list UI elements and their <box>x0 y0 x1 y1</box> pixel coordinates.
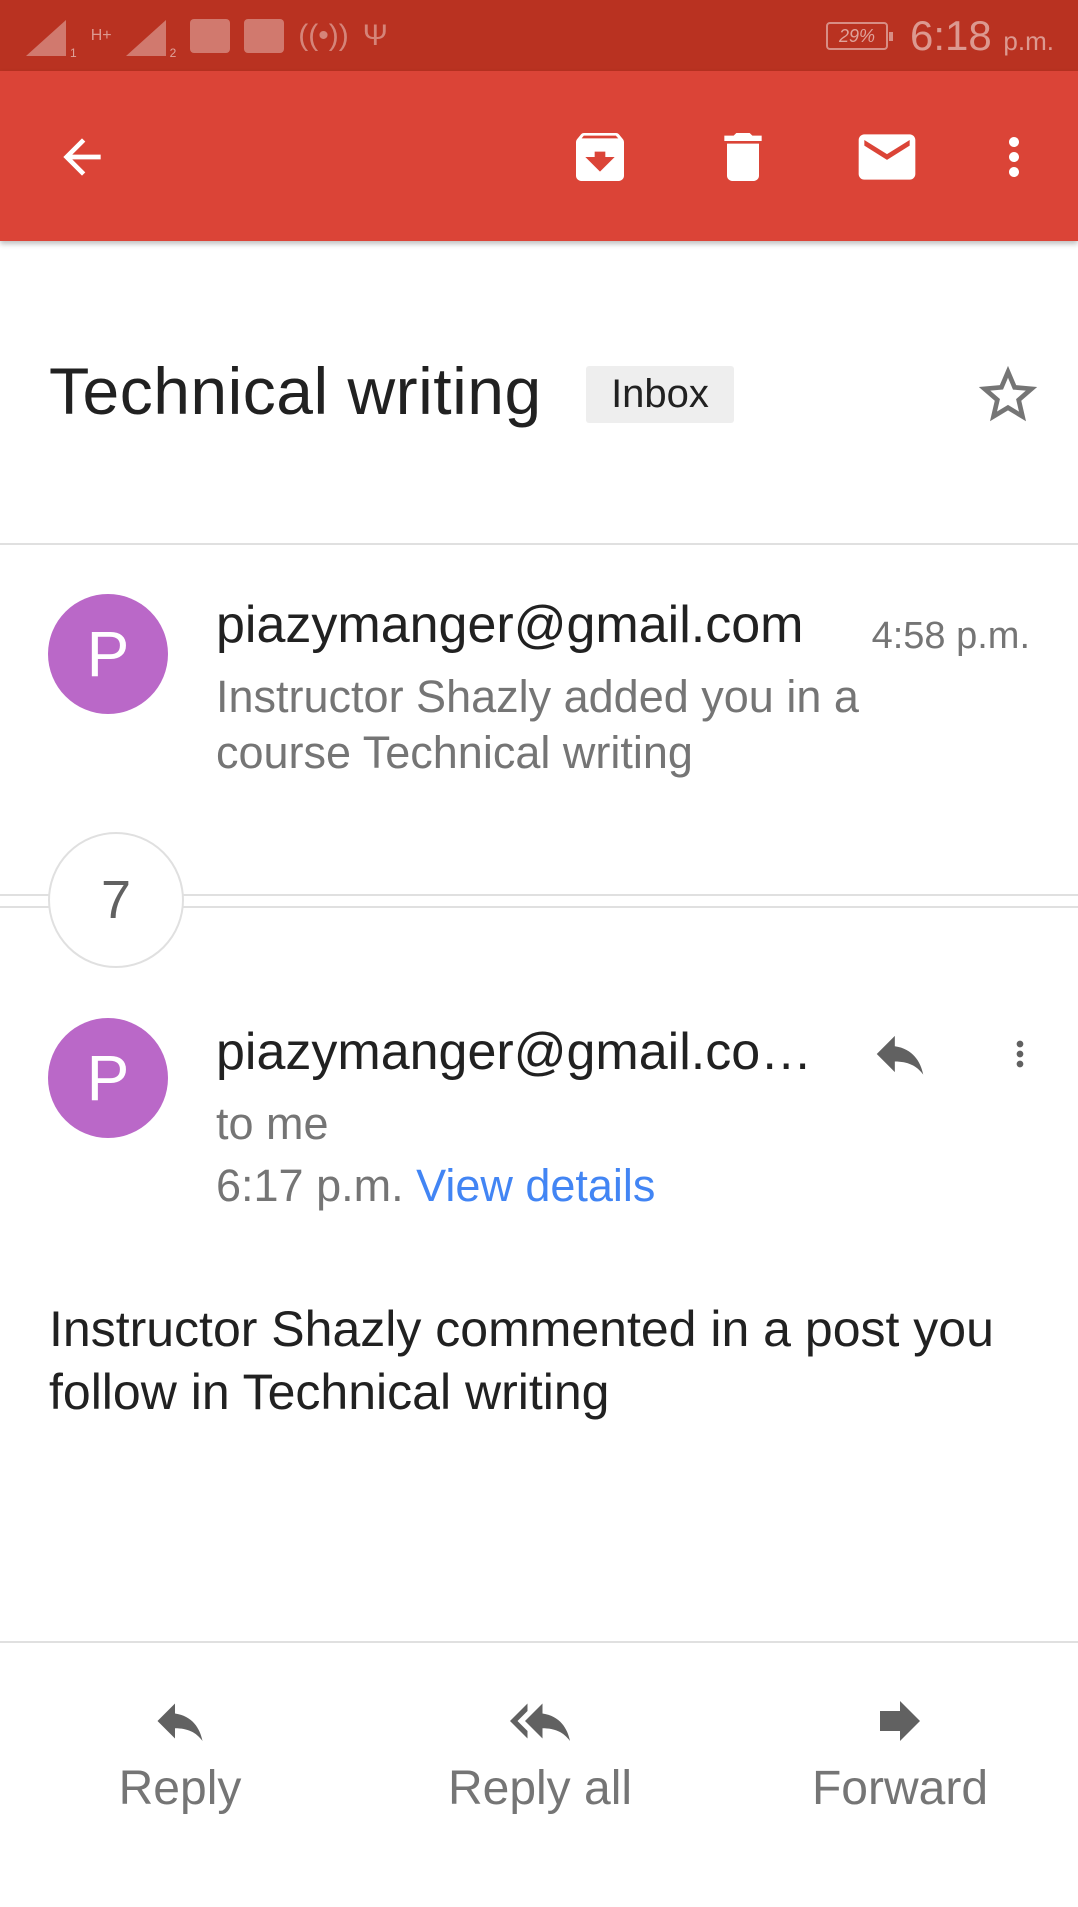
forward-action-button[interactable]: Forward <box>770 1691 1030 1831</box>
archive-icon <box>576 133 624 181</box>
sender-name: piazymanger@gmail.co… <box>216 1023 813 1081</box>
signal-icon <box>26 16 66 56</box>
hidden-messages-count[interactable]: 7 <box>48 832 184 968</box>
star-outline-icon <box>978 365 1038 422</box>
subject-header: Technical writing Inbox <box>0 241 1078 545</box>
more-vert-icon <box>1016 1040 1024 1068</box>
reply-button[interactable] <box>864 1018 936 1090</box>
reply-icon <box>876 1035 924 1075</box>
message-collapsed[interactable]: P piazymanger@gmail.com 4:58 p.m. Instru… <box>0 547 1078 887</box>
message-snippet: Instructor Shazly added you in a course … <box>216 671 859 778</box>
reply-all-label: Reply all <box>447 1762 633 1815</box>
sim1-index: 1 <box>70 46 77 60</box>
status-bar-right: 29% 6:18 p.m. <box>826 12 1054 60</box>
back-button[interactable] <box>46 121 118 193</box>
message-time: 4:58 p.m. <box>871 615 1030 657</box>
avatar: P <box>48 1018 168 1138</box>
view-details-link[interactable]: View details <box>416 1160 655 1211</box>
image-icon <box>244 19 285 53</box>
message-time: 6:17 p.m. <box>216 1160 404 1211</box>
mark-unread-button[interactable] <box>851 121 923 193</box>
sender-name: piazymanger@gmail.com <box>216 596 804 654</box>
back-arrow-icon <box>63 138 101 176</box>
forward-icon <box>880 1701 920 1741</box>
outlook-icon <box>190 19 231 53</box>
reply-all-action-button[interactable]: Reply all <box>410 1691 670 1831</box>
network-type: H+ <box>90 27 112 44</box>
archive-button[interactable] <box>564 121 636 193</box>
more-vert-icon <box>1009 137 1019 177</box>
reply-label: Reply <box>118 1762 242 1815</box>
reply-all-icon <box>510 1703 570 1741</box>
more-options-button[interactable] <box>978 121 1050 193</box>
reply-action-button[interactable]: Reply <box>50 1691 310 1831</box>
clock: 6:18 p.m. <box>910 12 1054 60</box>
inbox-label[interactable]: Inbox <box>586 366 734 423</box>
message-more-button[interactable] <box>1000 1018 1040 1090</box>
reply-icon <box>157 1703 203 1741</box>
message-body: Instructor Shazly commented in a post yo… <box>49 1301 994 1420</box>
usb-icon: Ψ <box>362 19 388 52</box>
forward-label: Forward <box>811 1762 989 1815</box>
delete-icon <box>724 133 762 181</box>
mark-unread-icon <box>858 134 916 180</box>
signal-icon <box>125 16 166 56</box>
clock-suffix: p.m. <box>1003 26 1054 56</box>
sim2-index: 2 <box>169 46 177 60</box>
recipient-line: to me <box>216 1098 329 1149</box>
hotspot-icon: ((•)) <box>298 19 349 52</box>
subject-title: Technical writing <box>49 354 542 428</box>
message-expanded: P piazymanger@gmail.co… to me 6:17 p.m. … <box>0 970 1078 1640</box>
star-button[interactable] <box>973 360 1043 430</box>
message-meta: 6:17 p.m. View details <box>216 1160 655 1212</box>
status-bar-left: 1 H+ 2 ((•)) Ψ <box>26 12 388 60</box>
delete-button[interactable] <box>707 121 779 193</box>
status-bar: 1 H+ 2 ((•)) Ψ 29% 6:18 p.m. <box>0 0 1078 71</box>
avatar: P <box>48 594 168 714</box>
action-bar: Reply Reply all Forward <box>0 1641 1078 1907</box>
battery-icon: 29% <box>826 22 893 50</box>
clock-time: 6:18 <box>910 12 992 59</box>
toolbar <box>0 71 1078 241</box>
